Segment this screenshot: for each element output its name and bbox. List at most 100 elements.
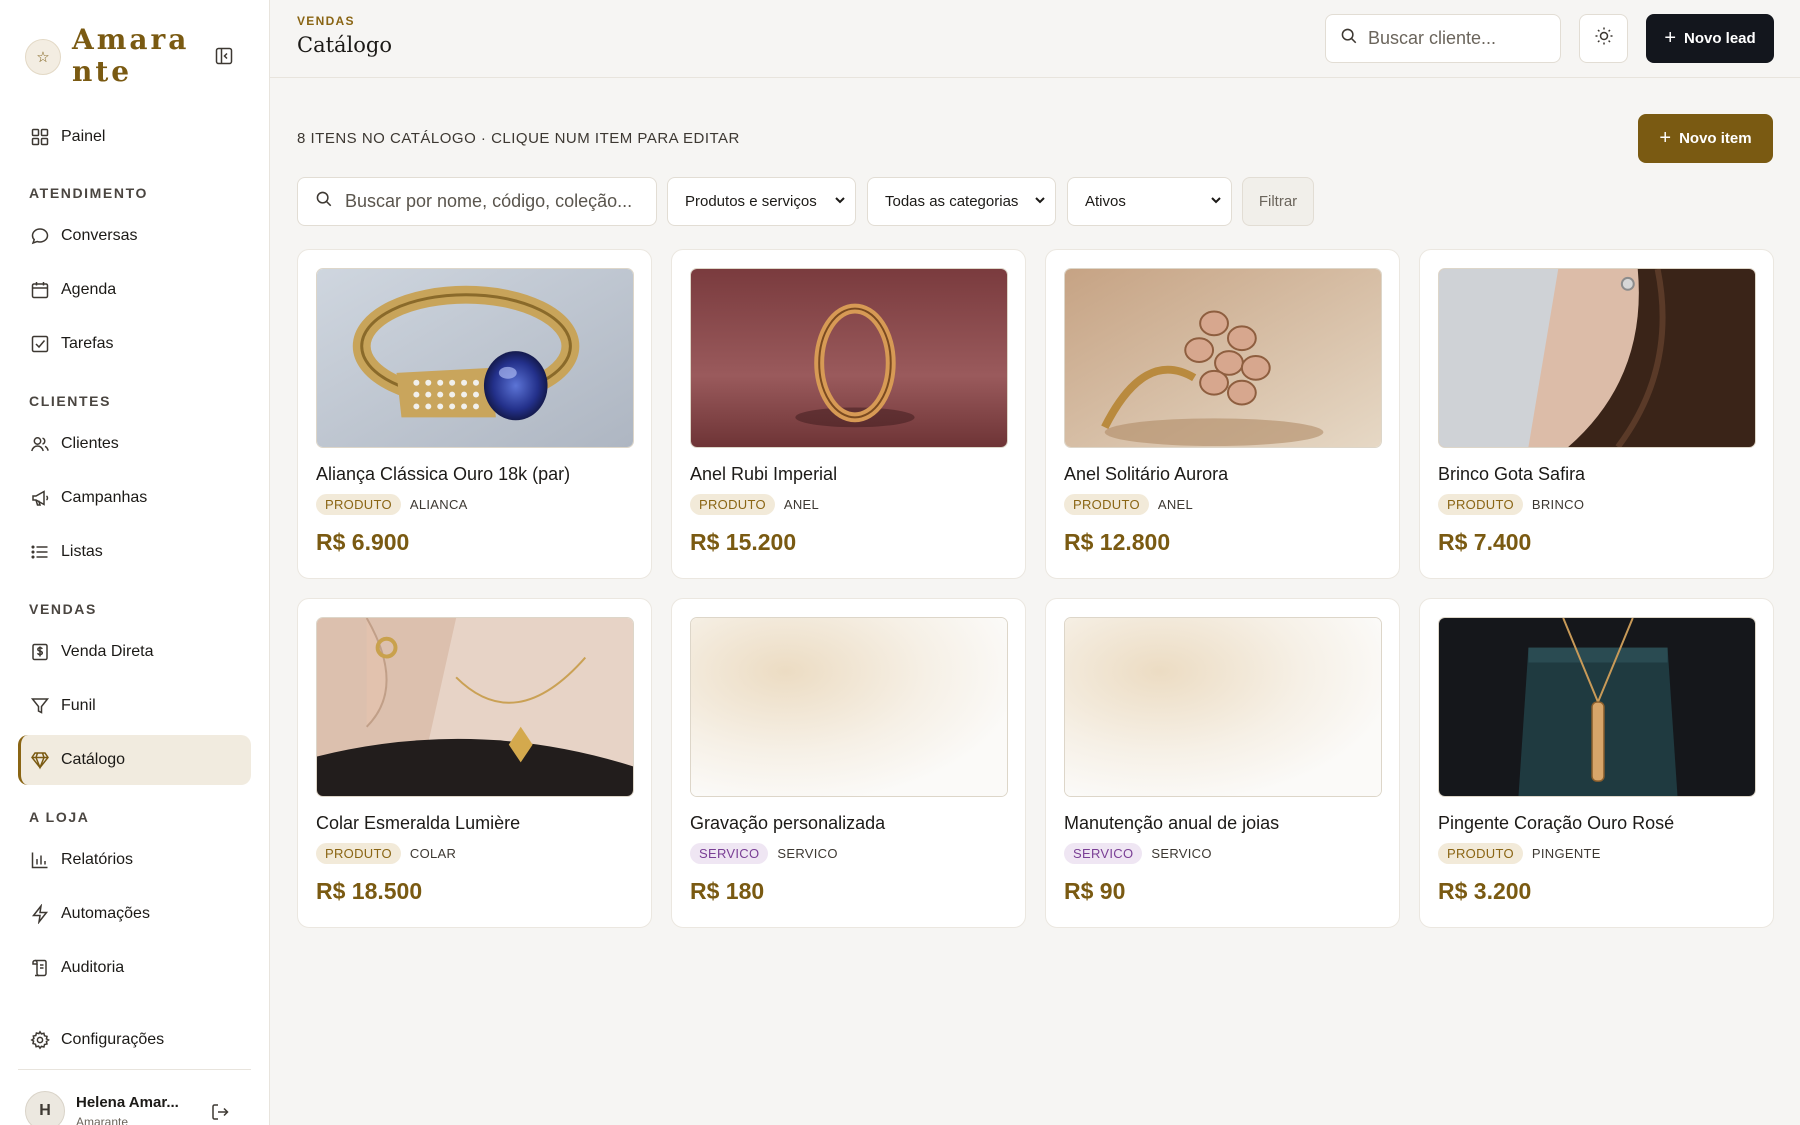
sidebar-item-label: Clientes [61, 435, 119, 452]
brand-name: Amarante [72, 23, 190, 88]
catalog-item-card[interactable]: Anel Rubi Imperial PRODUTO ANEL R$ 15.20… [671, 249, 1026, 579]
sidebar-item-label: Catálogo [61, 751, 126, 768]
lightning-icon [29, 903, 51, 925]
sidebar-item-configuracoes[interactable]: Configurações [18, 1015, 251, 1065]
item-tags: PRODUTO ALIANCA [316, 494, 468, 515]
plus-icon: + [1664, 27, 1676, 49]
sidebar-item-label: Listas [61, 543, 103, 560]
item-tags: PRODUTO BRINCO [1438, 494, 1584, 515]
product-image [1438, 617, 1756, 797]
item-category: SERVICO [1151, 846, 1212, 861]
calendar-icon [29, 279, 51, 301]
section-atendimento: ATENDIMENTO [29, 185, 148, 201]
user-profile[interactable]: H Helena Amar... Amarante [24, 1090, 249, 1125]
sidebar-item-relatorios[interactable]: Relatórios [18, 835, 251, 885]
type-filter-select[interactable]: Produtos e serviços [667, 177, 856, 226]
catalog-item-card[interactable]: Gravação personalizada SERVICO SERVICO R… [671, 598, 1026, 928]
item-price: R$ 90 [1064, 878, 1126, 904]
item-name: Anel Rubi Imperial [690, 464, 838, 484]
checkbox-icon [29, 333, 51, 355]
item-category: PINGENTE [1531, 846, 1601, 861]
item-tags: PRODUTO ANEL [1064, 494, 1193, 515]
item-name: Gravação personalizada [690, 813, 886, 833]
bar-chart-icon [29, 849, 51, 871]
sidebar-item-campanhas[interactable]: Campanhas [18, 473, 251, 523]
sidebar-item-auditoria[interactable]: Auditoria [18, 943, 251, 993]
catalog-item-card[interactable]: Colar Esmeralda Lumière PRODUTO COLAR R$… [297, 598, 652, 928]
status-filter-select[interactable]: Ativos [1067, 177, 1232, 226]
sidebar-item-label: Configurações [61, 1031, 165, 1048]
item-tags: PRODUTO COLAR [316, 843, 456, 864]
item-type-badge: SERVICO [690, 843, 769, 864]
sidebar-item-painel[interactable]: Painel [18, 112, 251, 162]
category-filter-select[interactable]: Todas as categorias [867, 177, 1056, 226]
item-name: Anel Solitário Aurora [1064, 464, 1229, 484]
sidebar-item-clientes[interactable]: Clientes [18, 419, 251, 469]
star-icon: ☆ [25, 39, 61, 75]
sidebar-item-listas[interactable]: Listas [18, 527, 251, 577]
logout-icon[interactable] [208, 1100, 232, 1124]
sidebar-item-label: Conversas [61, 227, 138, 244]
catalog-item-card[interactable]: Aliança Clássica Ouro 18k (par) PRODUTO … [297, 249, 652, 579]
catalog-item-card[interactable]: Brinco Gota Safira PRODUTO BRINCO R$ 7.4… [1419, 249, 1774, 579]
sidebar-item-label: Campanhas [61, 489, 148, 506]
item-tags: SERVICO SERVICO [690, 843, 838, 864]
sidebar-item-catalogo[interactable]: Catálogo [18, 735, 251, 785]
item-category: BRINCO [1531, 497, 1585, 512]
item-type-badge: PRODUTO [316, 843, 401, 864]
sidebar-item-label: Auditoria [61, 959, 125, 976]
new-item-label: Novo item [1679, 130, 1752, 147]
sun-icon [1594, 26, 1614, 51]
item-type-badge: SERVICO [1064, 843, 1143, 864]
section-vendas: VENDAS [29, 601, 97, 617]
item-category: ALIANCA [409, 497, 468, 512]
users-icon [29, 433, 51, 455]
sidebar: ☆ Amarante Painel ATENDIMENTO Conversas … [0, 0, 270, 1125]
sidebar-item-conversas[interactable]: Conversas [18, 211, 251, 261]
sidebar-item-funil[interactable]: Funil [18, 681, 251, 731]
placeholder-image [690, 617, 1008, 797]
new-item-button[interactable]: + Novo item [1638, 114, 1773, 163]
section-clientes: CLIENTES [29, 393, 112, 409]
catalog-item-card[interactable]: Pingente Coração Ouro Rosé PRODUTO PINGE… [1419, 598, 1774, 928]
item-type-badge: PRODUTO [316, 494, 401, 515]
item-category: ANEL [783, 497, 820, 512]
sidebar-item-automacoes[interactable]: Automações [18, 889, 251, 939]
gear-icon [29, 1029, 51, 1051]
product-image [690, 268, 1008, 448]
sidebar-item-label: Agenda [61, 281, 117, 298]
search-icon [315, 190, 333, 213]
status-filter-value: Ativos [1085, 193, 1126, 210]
catalog-item-card[interactable]: Anel Solitário Aurora PRODUTO ANEL R$ 12… [1045, 249, 1400, 579]
item-name: Brinco Gota Safira [1438, 464, 1586, 484]
product-image [1438, 268, 1756, 448]
category-filter-value: Todas as categorias [885, 193, 1019, 210]
breadcrumb: VENDAS [297, 14, 355, 28]
new-lead-label: Novo lead [1684, 30, 1756, 47]
catalog-item-card[interactable]: Manutenção anual de joias SERVICO SERVIC… [1045, 598, 1400, 928]
catalog-search[interactable] [297, 177, 657, 226]
item-price: R$ 7.400 [1438, 529, 1532, 555]
item-tags: SERVICO SERVICO [1064, 843, 1212, 864]
sidebar-item-agenda[interactable]: Agenda [18, 265, 251, 315]
new-lead-button[interactable]: + Novo lead [1646, 14, 1774, 63]
product-image [316, 268, 634, 448]
client-search[interactable] [1325, 14, 1561, 63]
chevron-down-icon [1033, 193, 1047, 211]
item-name: Colar Esmeralda Lumière [316, 813, 521, 833]
sidebar-item-tarefas[interactable]: Tarefas [18, 319, 251, 369]
client-search-input[interactable] [1368, 28, 1548, 49]
theme-toggle-button[interactable] [1579, 14, 1628, 63]
plus-icon: + [1659, 127, 1672, 149]
item-price: R$ 18.500 [316, 878, 423, 904]
filter-button[interactable]: Filtrar [1242, 177, 1314, 226]
item-price: R$ 6.900 [316, 529, 410, 555]
item-type-badge: PRODUTO [1438, 494, 1523, 515]
sidebar-item-label: Venda Direta [61, 643, 154, 660]
sidebar-collapse-icon[interactable] [212, 44, 236, 68]
sidebar-item-venda-direta[interactable]: Venda Direta [18, 627, 251, 677]
megaphone-icon [29, 487, 51, 509]
item-name: Aliança Clássica Ouro 18k (par) [316, 464, 571, 484]
section-a-loja: A LOJA [29, 809, 90, 825]
catalog-search-input[interactable] [345, 191, 645, 212]
